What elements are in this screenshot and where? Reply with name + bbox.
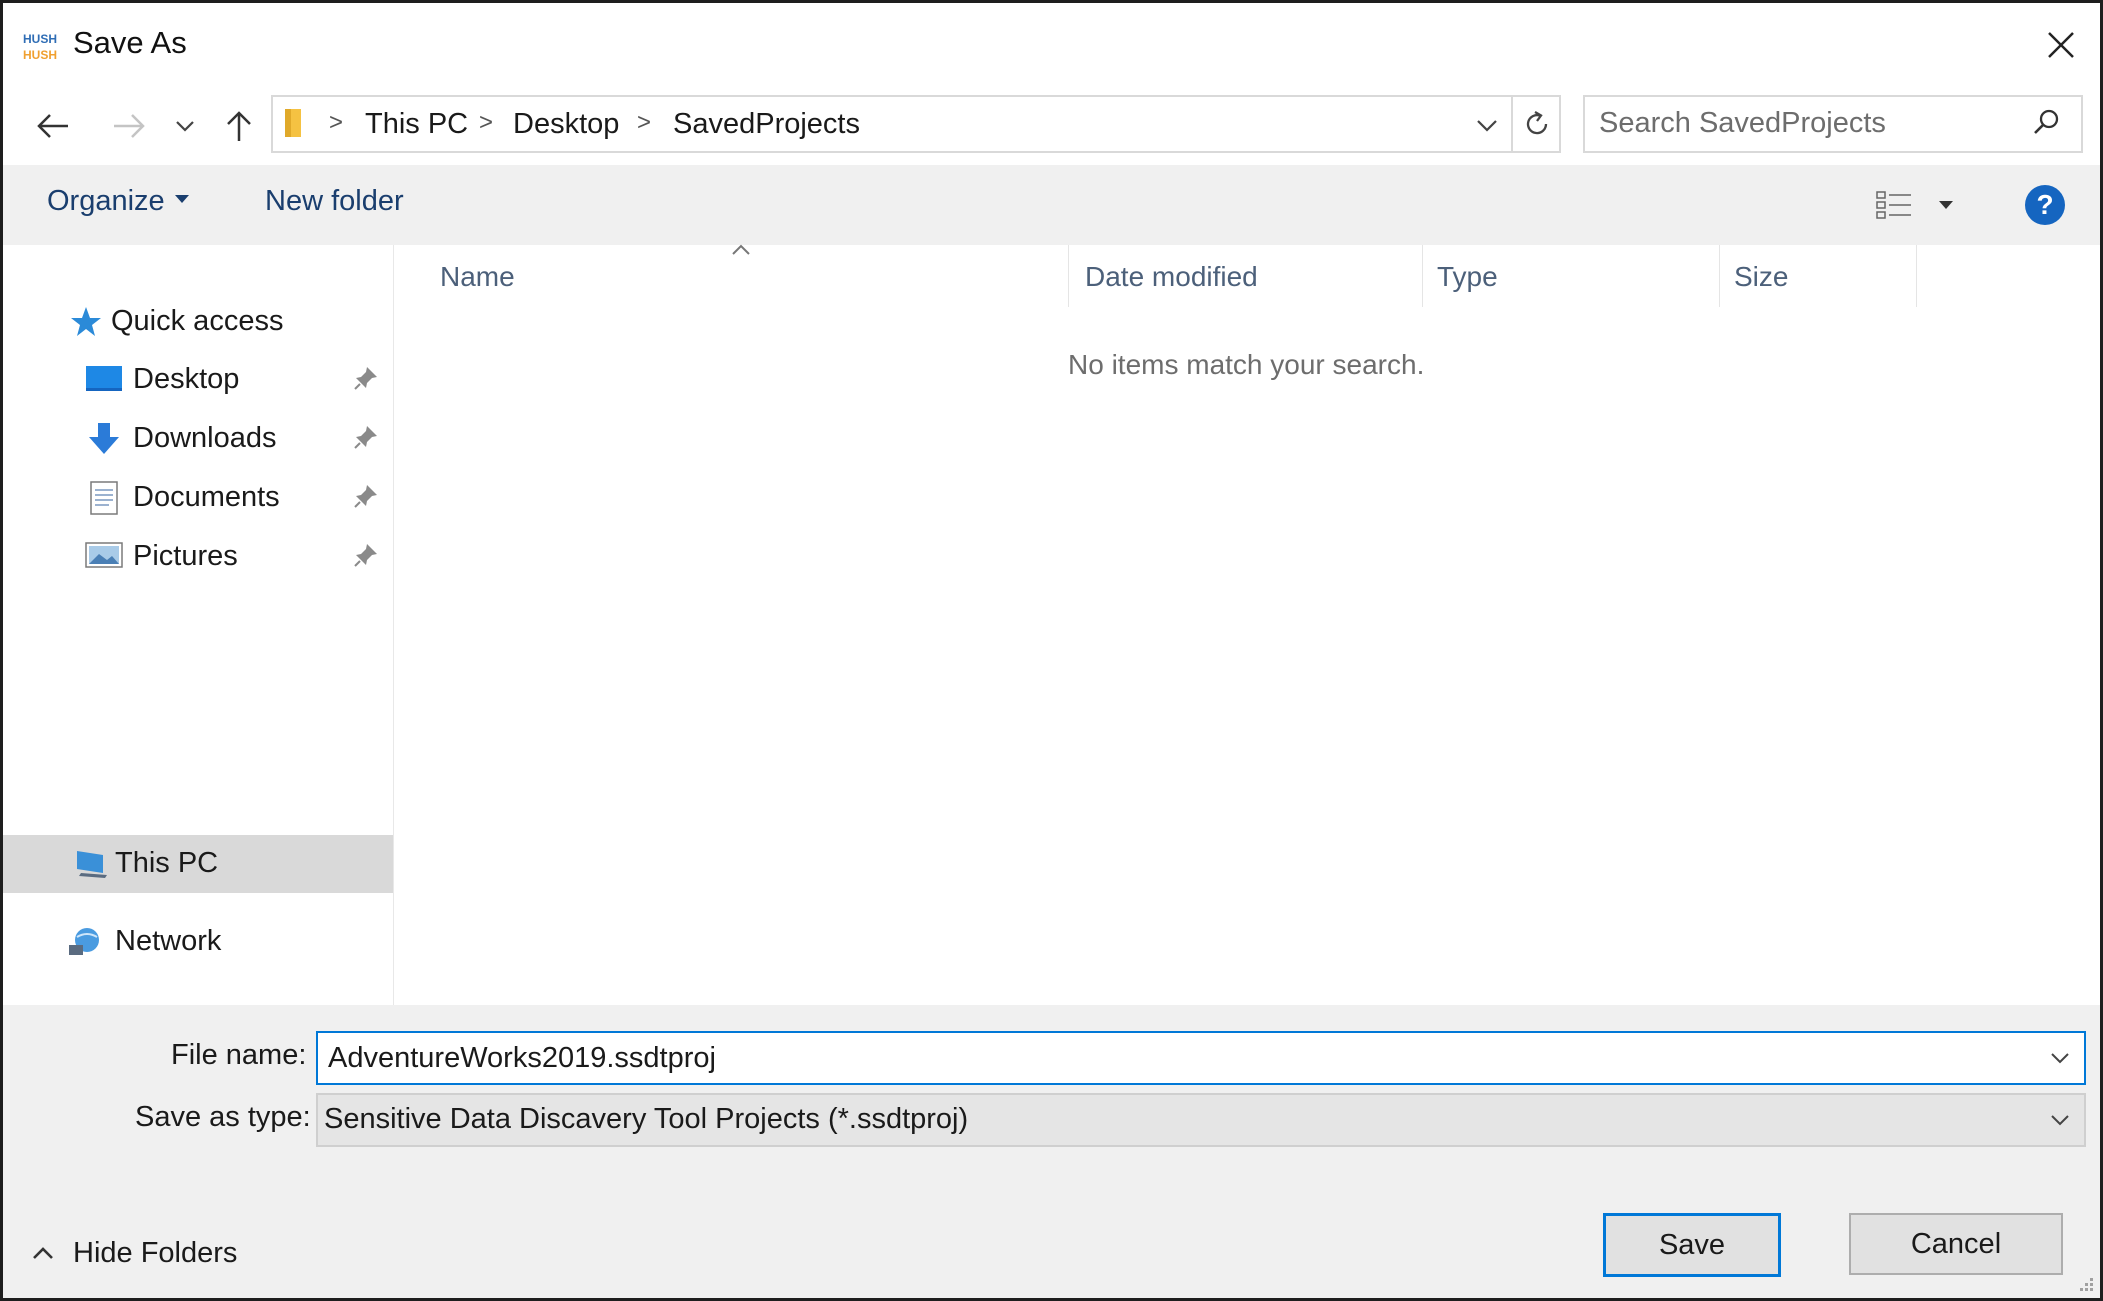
downloads-icon: [89, 423, 119, 454]
column-label: Size: [1734, 261, 1789, 292]
save-button[interactable]: Save: [1603, 1213, 1781, 1277]
chevron-down-icon: [2051, 1053, 2069, 1064]
hide-folders-button[interactable]: Hide Folders: [31, 1231, 237, 1275]
pictures-icon: [85, 542, 123, 568]
refresh-button[interactable]: [1511, 97, 1561, 151]
save-as-type-value: Sensitive Data Discavery Tool Projects (…: [324, 1103, 969, 1135]
close-button[interactable]: [2033, 17, 2089, 73]
arrow-up-icon: [227, 111, 251, 141]
breadcrumb-savedprojects[interactable]: SavedProjects: [673, 108, 860, 141]
column-header-size[interactable]: Size: [1720, 245, 1917, 307]
sidebar-item-label: This PC: [115, 847, 219, 879]
view-options-dropdown[interactable]: [1931, 183, 1961, 227]
sidebar-item-pictures[interactable]: Pictures: [3, 528, 393, 584]
sidebar-item-label: Quick access: [111, 305, 284, 337]
close-icon: [2048, 32, 2074, 58]
organize-label: Organize: [47, 185, 165, 217]
arrow-left-icon: [37, 114, 68, 138]
breadcrumb-this-pc[interactable]: This PC: [365, 108, 468, 141]
breadcrumb-separator: >: [637, 109, 652, 136]
star-icon: [71, 307, 101, 336]
chevron-down-icon: [2051, 1115, 2069, 1126]
sidebar-item-label: Network: [115, 925, 222, 957]
folder-icon: [285, 109, 301, 137]
back-button[interactable]: [29, 101, 77, 151]
column-label: Name: [440, 261, 515, 292]
change-view-button[interactable]: [1871, 183, 1917, 227]
network-icon: [69, 928, 99, 955]
sidebar-item-this-pc[interactable]: This PC: [3, 835, 393, 893]
details-view-icon: [1876, 191, 1911, 219]
caret-down-icon: [1939, 201, 1953, 209]
up-button[interactable]: [215, 101, 263, 151]
desktop-icon: [86, 366, 122, 391]
navigation-pane: Quick access Desktop Downloads Documents…: [3, 245, 394, 1005]
file-name-label: File name:: [171, 1039, 307, 1071]
search-box: [1583, 95, 2083, 153]
cancel-button[interactable]: Cancel: [1849, 1213, 2063, 1275]
sidebar-item-label: Downloads: [133, 422, 277, 454]
forward-button[interactable]: [105, 101, 153, 151]
sidebar-item-label: Documents: [133, 481, 280, 513]
help-button[interactable]: ?: [2025, 185, 2065, 225]
address-bar[interactable]: > This PC > Desktop > SavedProjects: [271, 95, 1561, 153]
search-icon[interactable]: [2031, 107, 2063, 139]
pin-icon[interactable]: [353, 424, 379, 450]
chevron-down-icon: [1477, 120, 1497, 132]
pin-icon[interactable]: [353, 542, 379, 568]
address-dropdown-button[interactable]: [1465, 103, 1509, 147]
pin-icon[interactable]: [353, 365, 379, 391]
column-header-date-modified[interactable]: Date modified: [1069, 245, 1423, 307]
sidebar-item-documents[interactable]: Documents: [3, 469, 393, 525]
save-as-type-dropdown-button[interactable]: [2042, 1103, 2078, 1137]
documents-icon: [90, 481, 118, 515]
title-bar: HUSH HUSH Save As: [3, 3, 2100, 87]
sidebar-item-downloads[interactable]: Downloads: [3, 410, 393, 466]
sort-ascending-icon: [732, 244, 750, 255]
refresh-icon: [1526, 111, 1548, 135]
file-name-combobox: [316, 1031, 2086, 1085]
breadcrumb-separator: >: [329, 109, 344, 136]
resize-grip-icon[interactable]: [2077, 1275, 2095, 1293]
caret-down-icon: [174, 195, 189, 204]
new-folder-button[interactable]: New folder: [265, 185, 404, 218]
sidebar-item-desktop[interactable]: Desktop: [3, 351, 393, 407]
pin-icon[interactable]: [353, 483, 379, 509]
breadcrumb-desktop[interactable]: Desktop: [513, 108, 619, 141]
save-options-panel: File name: Save as type: Sensitive Data …: [3, 1005, 2100, 1298]
sidebar-item-network[interactable]: Network: [3, 913, 393, 969]
hide-folders-label: Hide Folders: [73, 1236, 238, 1269]
window-title: Save As: [73, 25, 187, 60]
arrow-right-icon: [114, 114, 145, 138]
command-toolbar: Organize New folder ?: [3, 165, 2100, 246]
sidebar-item-label: Pictures: [133, 540, 238, 572]
sidebar-item-label: Desktop: [133, 363, 240, 395]
app-logo-icon: HUSH HUSH: [22, 29, 64, 63]
save-as-type-label: Save as type:: [135, 1101, 311, 1133]
column-label: Date modified: [1085, 261, 1258, 292]
organize-button[interactable]: Organize: [47, 185, 189, 218]
column-header-type[interactable]: Type: [1423, 245, 1720, 307]
file-list: Name Date modified Type Size No items ma…: [394, 244, 2100, 1005]
save-as-dialog: HUSH HUSH Save As > This PC > Desktop > …: [0, 0, 2103, 1301]
column-header-name[interactable]: Name: [394, 244, 1068, 307]
search-input[interactable]: [1599, 105, 2019, 141]
logo-text-top: HUSH: [23, 32, 57, 46]
chevron-up-icon: [33, 1247, 53, 1259]
breadcrumb-separator: >: [479, 109, 494, 136]
save-as-type-select[interactable]: Sensitive Data Discavery Tool Projects (…: [316, 1093, 2086, 1147]
navigation-bar: > This PC > Desktop > SavedProjects: [3, 87, 2100, 165]
computer-icon: [77, 851, 107, 878]
column-label: Type: [1437, 261, 1498, 292]
empty-state-message: No items match your search.: [1068, 349, 1425, 380]
recent-locations-button[interactable]: [165, 101, 205, 151]
logo-text-bottom: HUSH: [23, 48, 57, 62]
sidebar-item-quick-access[interactable]: Quick access: [3, 293, 393, 349]
file-name-input[interactable]: [328, 1039, 2018, 1077]
chevron-down-icon: [176, 121, 194, 132]
file-name-dropdown-button[interactable]: [2042, 1041, 2078, 1075]
